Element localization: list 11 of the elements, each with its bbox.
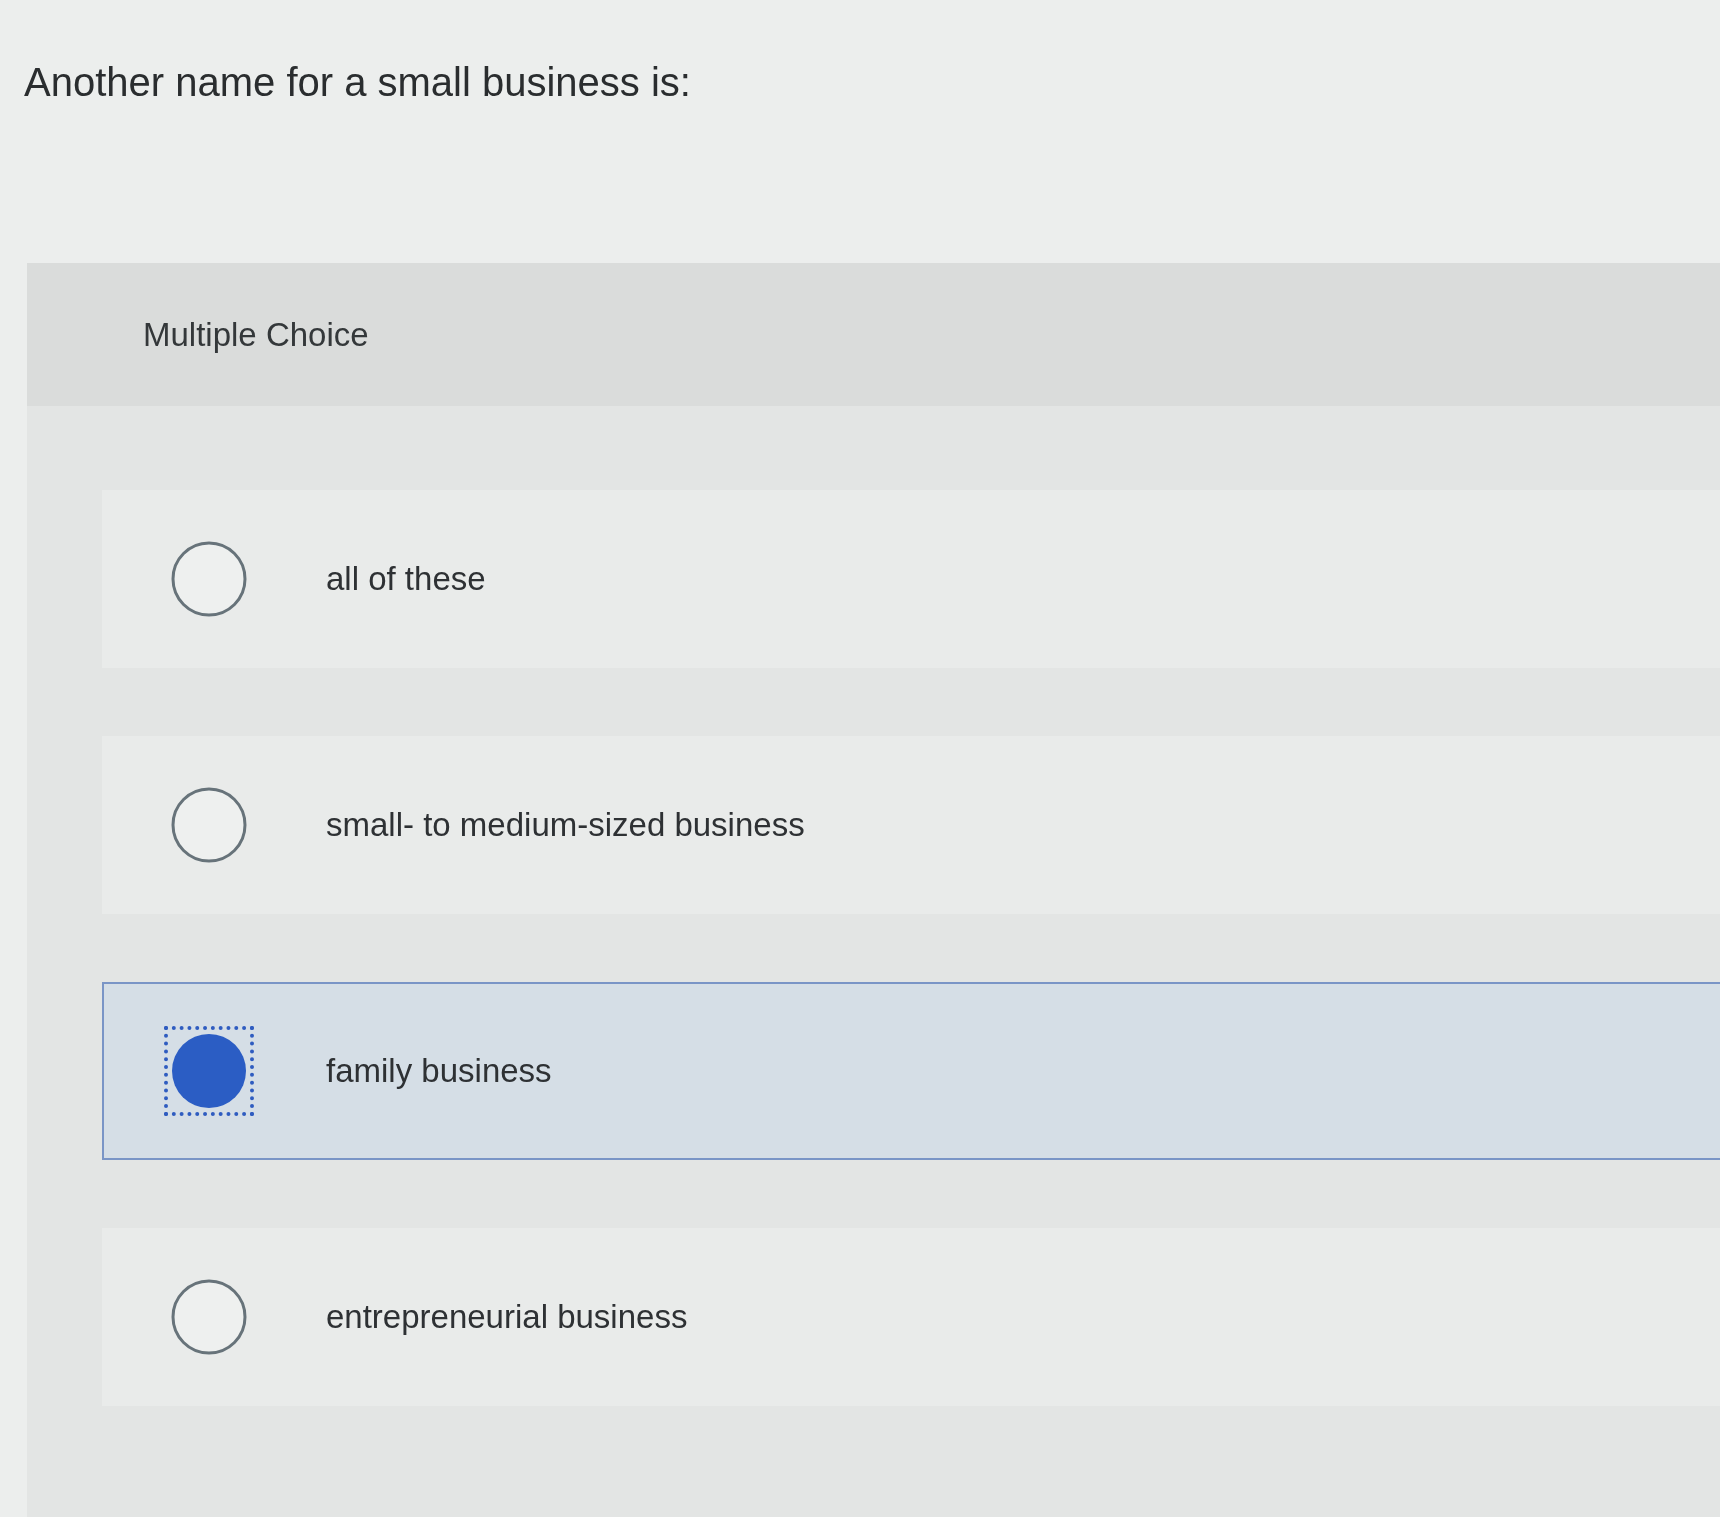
option-label: entrepreneurial business [326,1298,688,1336]
answer-option[interactable]: entrepreneurial business [102,1228,1720,1406]
option-label: small- to medium-sized business [326,806,805,844]
answer-option[interactable]: all of these [102,490,1720,668]
answer-option[interactable]: family business [102,982,1720,1160]
option-label: all of these [326,560,486,598]
answer-option[interactable]: small- to medium-sized business [102,736,1720,914]
option-label: family business [326,1052,552,1090]
section-title: Multiple Choice [143,315,369,354]
radio-button[interactable] [164,1026,254,1116]
question-text: Another name for a small business is: [24,59,691,106]
